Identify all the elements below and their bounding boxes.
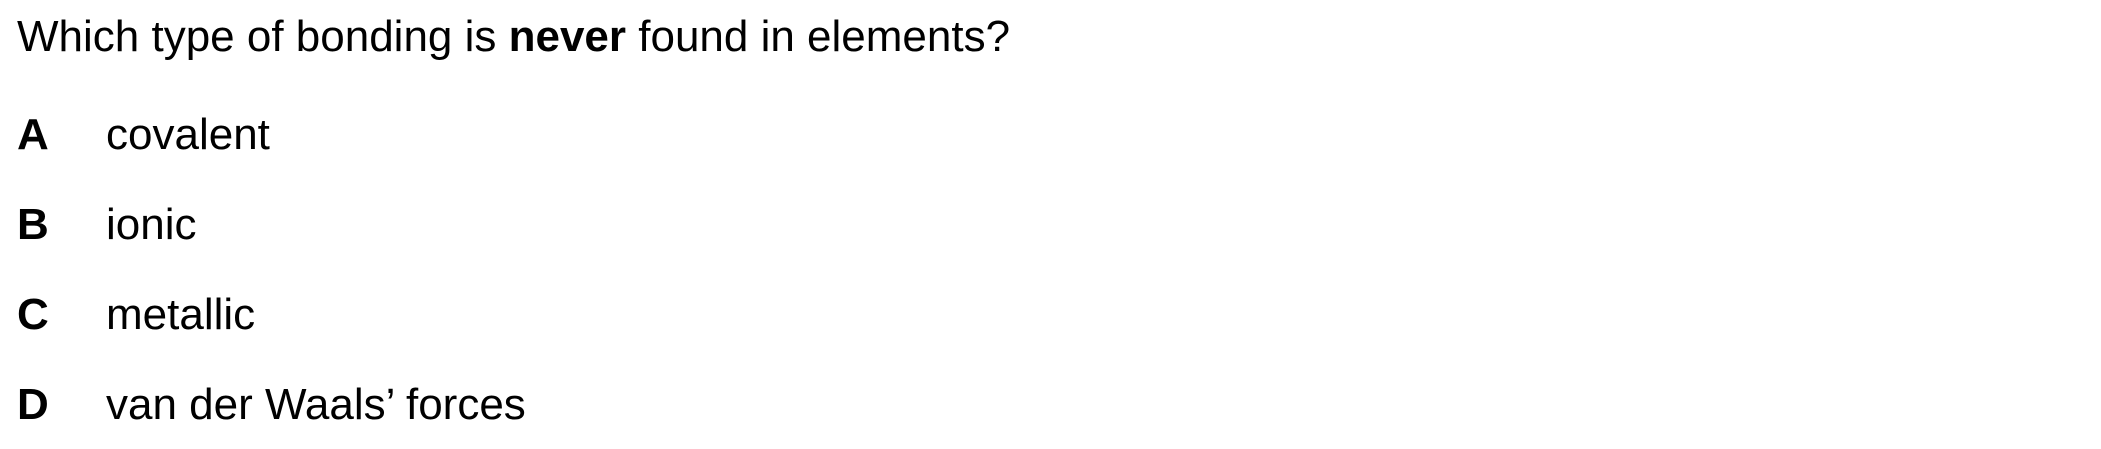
- option-a-text: covalent: [106, 110, 270, 159]
- option-d-letter: D: [17, 380, 49, 429]
- option-b-letter: B: [17, 200, 49, 249]
- option-b-text: ionic: [106, 200, 197, 249]
- option-c-text: metallic: [106, 290, 256, 339]
- question-text: Which type of bonding is never found in …: [17, 10, 1010, 64]
- question-text-after: found in elements?: [626, 12, 1011, 61]
- option-c-letter: C: [17, 290, 49, 339]
- option-a-letter: A: [17, 110, 49, 159]
- option-d-text: van der Waals’ forces: [106, 380, 526, 429]
- question-emphasis: never: [508, 12, 627, 61]
- question-text-before: Which type of bonding is: [17, 12, 509, 61]
